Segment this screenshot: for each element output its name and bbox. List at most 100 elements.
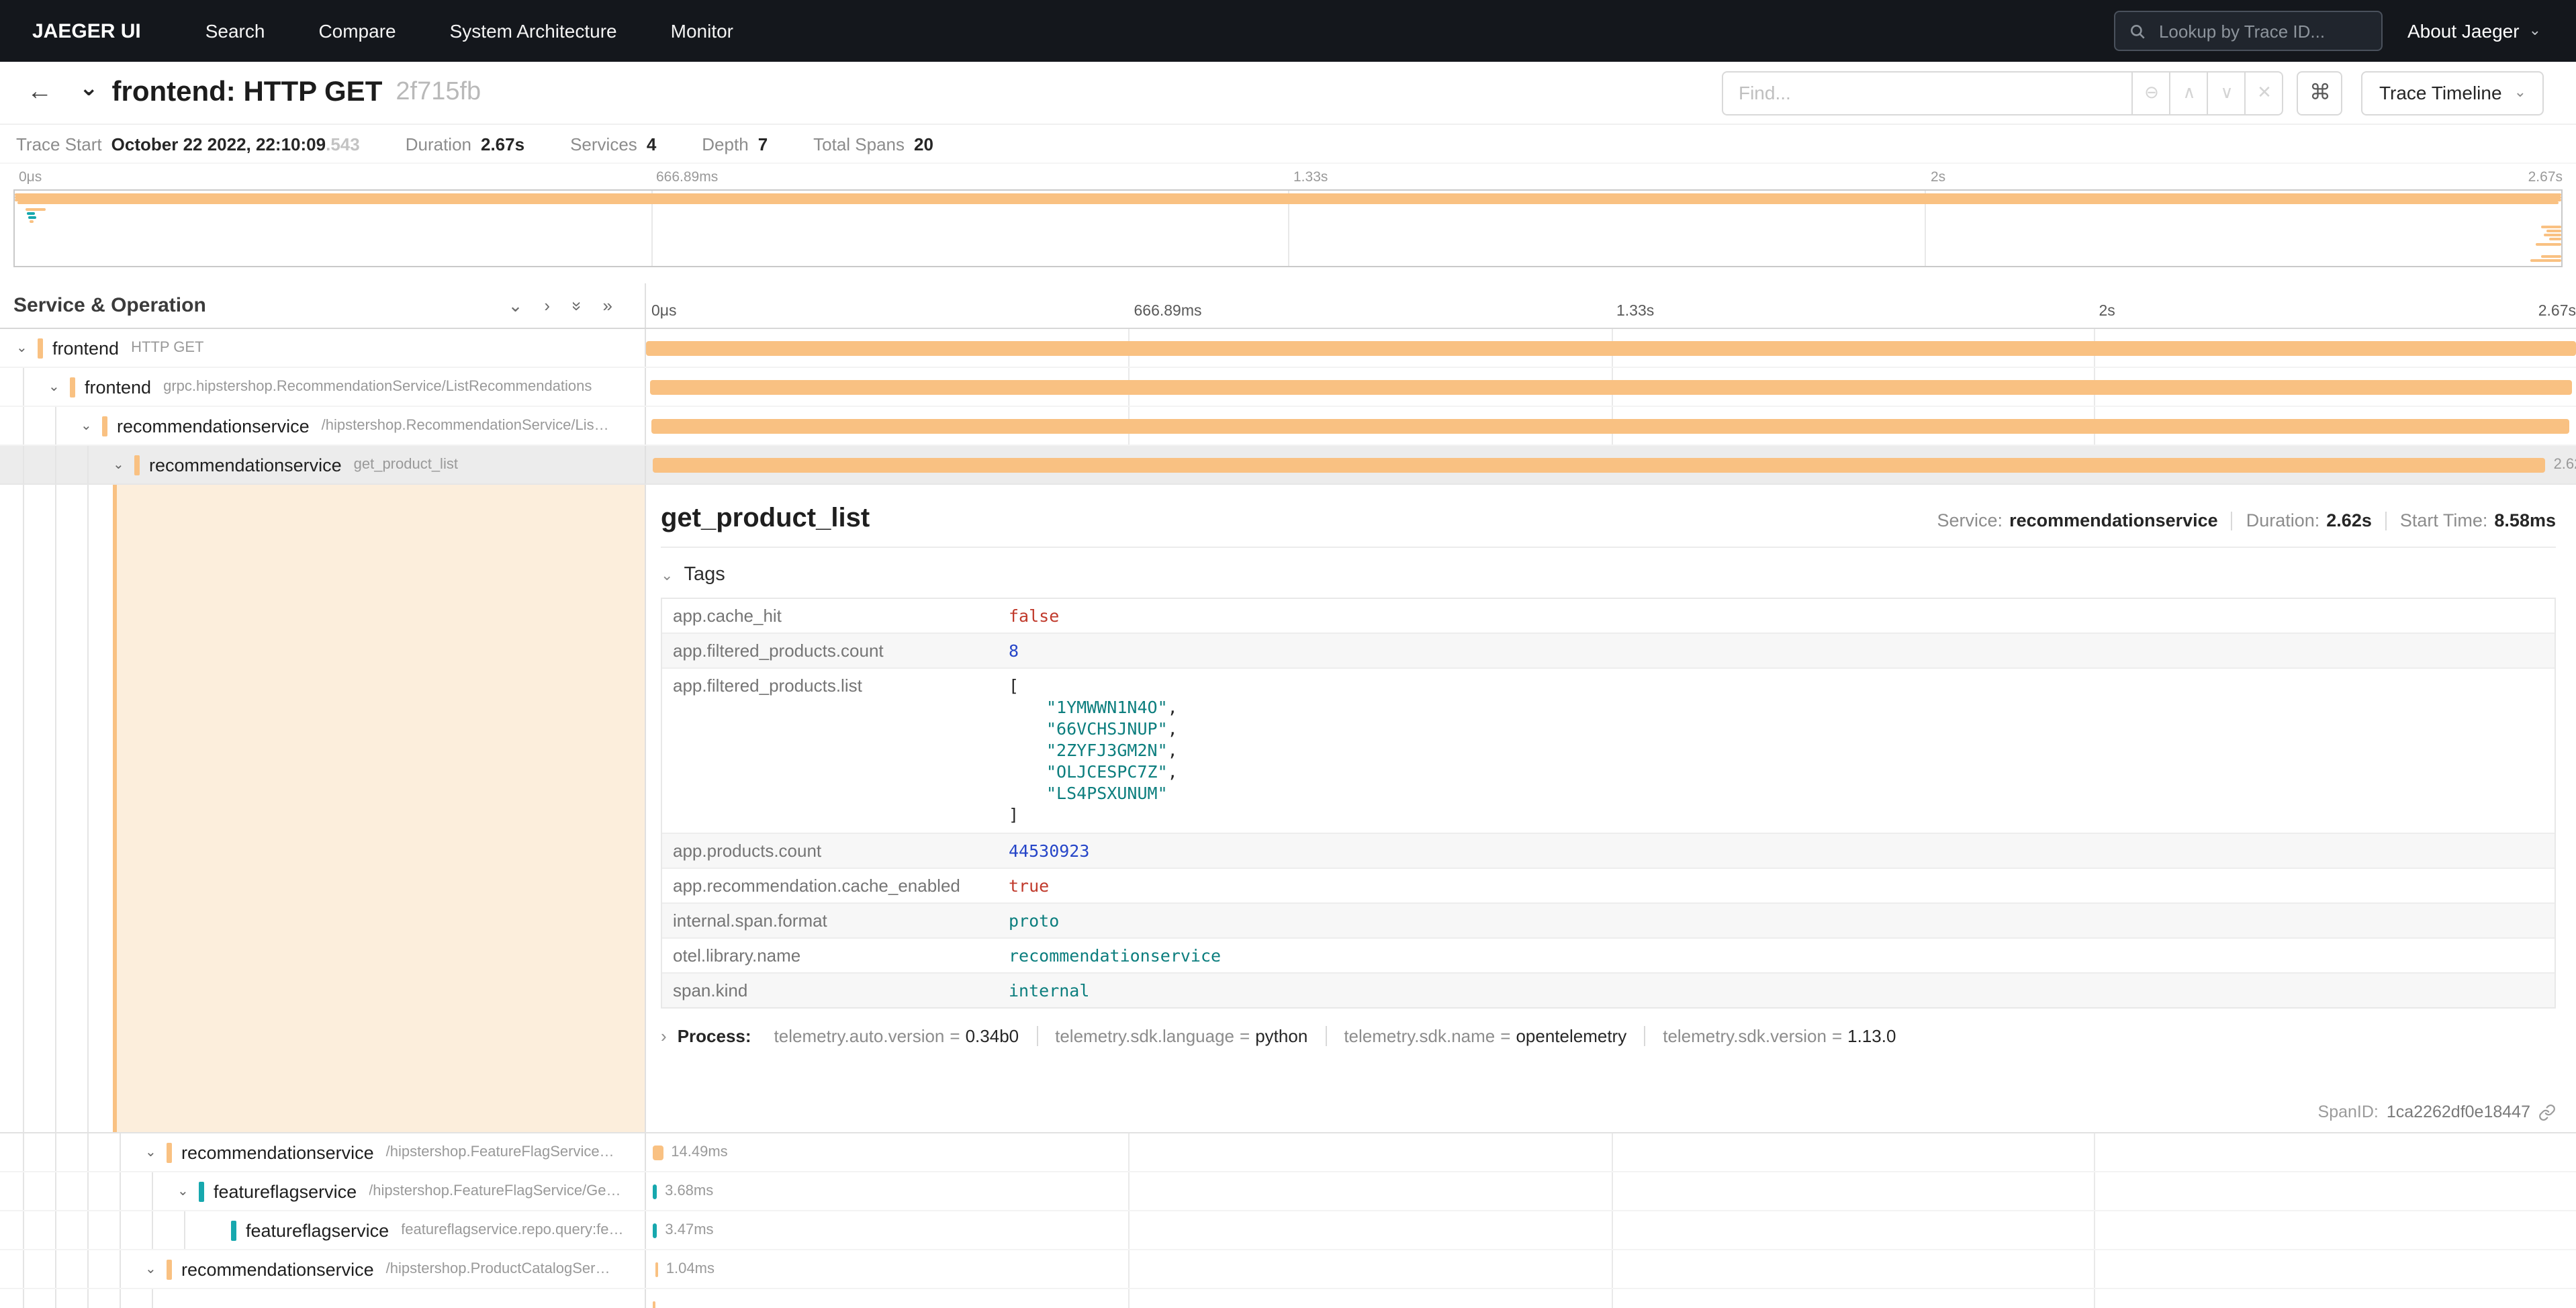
service-name: featureflagservice — [246, 1220, 389, 1240]
collapse-one-icon[interactable]: › — [544, 295, 550, 316]
tick-label: 0μs — [646, 303, 677, 320]
process-value: opentelemetry — [1516, 1026, 1626, 1046]
trace-lookup-box[interactable] — [2115, 11, 2383, 51]
collapse-header-chevron-icon[interactable]: ⌄ — [79, 75, 99, 102]
tag-value: internal — [998, 974, 2555, 1007]
span-row-recommendationservice[interactable]: ⌄recommendationservice/hipstershop.Recom… — [0, 407, 2576, 446]
indent-guide — [152, 1211, 153, 1249]
span-row-frontend[interactable]: ⌄frontendHTTP GET — [0, 329, 2576, 368]
chevron-down-icon[interactable]: ⌄ — [81, 418, 102, 433]
minimap-ticks: 0μs666.89ms1.33s2s2.67s — [13, 169, 2563, 189]
span-timeline-cell[interactable] — [646, 407, 2576, 445]
trace-view-select[interactable]: Trace Timeline ⌄ — [2362, 71, 2544, 115]
expand-one-icon[interactable]: ⌄ — [508, 295, 523, 316]
minimap-canvas[interactable] — [13, 189, 2563, 267]
service-color-strip — [102, 416, 107, 436]
jaeger-trace-page: JAEGER UI SearchCompareSystem Architectu… — [0, 0, 2576, 1308]
service-color-strip — [38, 338, 43, 358]
span-bar[interactable] — [653, 1223, 657, 1238]
span-color-block — [113, 485, 645, 1132]
process-tag-telemetry-auto-version: telemetry.auto.version=0.34b0 — [757, 1026, 1037, 1046]
span-bar[interactable] — [646, 341, 2576, 356]
span-timeline-cell[interactable]: 2.62s — [646, 446, 2576, 483]
span-timeline-cell[interactable]: 1.04ms — [646, 1250, 2576, 1288]
span-timeline-cell[interactable]: 3.68ms — [646, 1172, 2576, 1210]
span-bar[interactable] — [653, 1184, 657, 1199]
process-tag-telemetry-sdk-name: telemetry.sdk.name=opentelemetry — [1325, 1026, 1644, 1046]
tag-row-otel-library-name: otel.library.namerecommendationservice — [662, 939, 2555, 974]
tag-value: 44530923 — [998, 834, 2555, 868]
nav-item-search[interactable]: Search — [179, 20, 292, 42]
span-tree-cell: featureflagservicefeatureflagservice.rep… — [0, 1211, 646, 1249]
span-bar[interactable] — [650, 380, 2573, 395]
service-color-strip — [134, 455, 140, 475]
process-key: telemetry.sdk.language — [1055, 1026, 1234, 1046]
chevron-down-icon[interactable]: ⌄ — [113, 457, 134, 472]
process-key: telemetry.sdk.version — [1663, 1026, 1827, 1046]
summary-duration: Duration2.67s — [406, 134, 524, 154]
nav-item-compare[interactable]: Compare — [291, 20, 422, 42]
list-item-comma: , — [1168, 740, 1178, 760]
span-duration-label: 14.49ms — [671, 1144, 727, 1160]
tag-value-number: 8 — [1009, 641, 1019, 661]
deep-link-icon[interactable] — [2538, 1103, 2556, 1121]
minimap-span — [2536, 243, 2561, 246]
span-timeline-cell[interactable]: 3.47ms — [646, 1211, 2576, 1249]
span-timeline-cell[interactable]: 14.49ms — [646, 1133, 2576, 1171]
span-timeline-cell[interactable] — [646, 368, 2576, 406]
service-name: recommendationservice — [181, 1259, 374, 1279]
collapse-all-icon[interactable]: » — [603, 295, 612, 316]
find-input[interactable] — [1722, 71, 2133, 115]
chevron-down-icon[interactable]: ⌄ — [145, 1262, 167, 1276]
find-next-button[interactable]: ∨ — [2209, 71, 2246, 115]
chevron-down-icon[interactable]: ⌄ — [16, 340, 38, 355]
timeline-tick: 2.67s — [2528, 169, 2563, 185]
span-bar[interactable] — [651, 419, 2569, 434]
span-row-featureflagservice[interactable]: ⌄featureflagservice/hipstershop.FeatureF… — [0, 1172, 2576, 1211]
operation-name: /hipstershop.FeatureFlagService/Ge… — [369, 1183, 631, 1199]
span-rows-top: ⌄frontendHTTP GET⌄frontendgrpc.hipstersh… — [0, 329, 2576, 485]
indent-guide — [23, 1172, 24, 1210]
trace-lookup-input[interactable] — [2156, 19, 2358, 42]
indent-guide — [120, 1211, 121, 1249]
span-row-partial[interactable] — [0, 1289, 2576, 1308]
span-row-featureflagservice[interactable]: featureflagservicefeatureflagservice.rep… — [0, 1211, 2576, 1250]
tag-value: true — [998, 869, 2555, 902]
chevron-down-icon[interactable]: ⌄ — [177, 1184, 199, 1199]
indent-guide — [87, 1133, 89, 1171]
tick-label: 1.33s — [1611, 303, 1654, 320]
indent-guide — [120, 1133, 121, 1171]
span-bar[interactable] — [652, 458, 2545, 473]
match-count-icon[interactable]: ⊖ — [2133, 71, 2171, 115]
chevron-down-icon: ⌄ — [2514, 83, 2526, 100]
span-bar[interactable] — [656, 1262, 659, 1277]
span-row-frontend[interactable]: ⌄frontendgrpc.hipstershop.Recommendation… — [0, 368, 2576, 407]
span-bar[interactable] — [652, 1146, 663, 1160]
span-row-recommendationservice[interactable]: ⌄recommendationservice/hipstershop.Produ… — [0, 1250, 2576, 1289]
span-detail-tree-offset — [0, 485, 646, 1132]
minimap-span — [2530, 259, 2561, 262]
span-timeline-cell[interactable] — [646, 329, 2576, 367]
span-timeline-cell[interactable] — [646, 1289, 2576, 1308]
expand-all-icon[interactable]: » — [565, 301, 587, 310]
about-jaeger-menu[interactable]: About Jaeger ⌄ — [2407, 20, 2541, 42]
nav-item-system-architecture[interactable]: System Architecture — [423, 20, 644, 42]
keyboard-shortcuts-button[interactable]: ⌘ — [2297, 71, 2343, 115]
tags-accordion-toggle[interactable]: ⌄ Tags — [661, 564, 2556, 586]
find-previous-button[interactable]: ∧ — [2171, 71, 2209, 115]
span-row-recommendationservice[interactable]: ⌄recommendationservice/hipstershop.Featu… — [0, 1133, 2576, 1172]
span-bar[interactable] — [652, 1301, 655, 1308]
nav-item-monitor[interactable]: Monitor — [644, 20, 760, 42]
back-icon[interactable]: ← — [27, 78, 52, 107]
span-row-recommendationservice[interactable]: ⌄recommendationserviceget_product_list2.… — [0, 446, 2576, 485]
service-color-strip — [167, 1259, 172, 1279]
chevron-down-icon[interactable]: ⌄ — [48, 379, 70, 394]
span-tree-cell: ⌄featureflagservice/hipstershop.FeatureF… — [0, 1172, 646, 1210]
timeline-tick: 2s — [1925, 169, 1945, 185]
indent-guide — [55, 1250, 56, 1288]
timeline-header-left: Service & Operation ⌄ › » » — [0, 283, 646, 328]
process-accordion-toggle[interactable]: › Process: telemetry.auto.version=0.34b0… — [661, 1026, 2556, 1046]
jaeger-logo[interactable]: JAEGER UI — [0, 19, 179, 42]
find-clear-button[interactable]: ✕ — [2246, 71, 2284, 115]
chevron-down-icon[interactable]: ⌄ — [145, 1145, 167, 1160]
